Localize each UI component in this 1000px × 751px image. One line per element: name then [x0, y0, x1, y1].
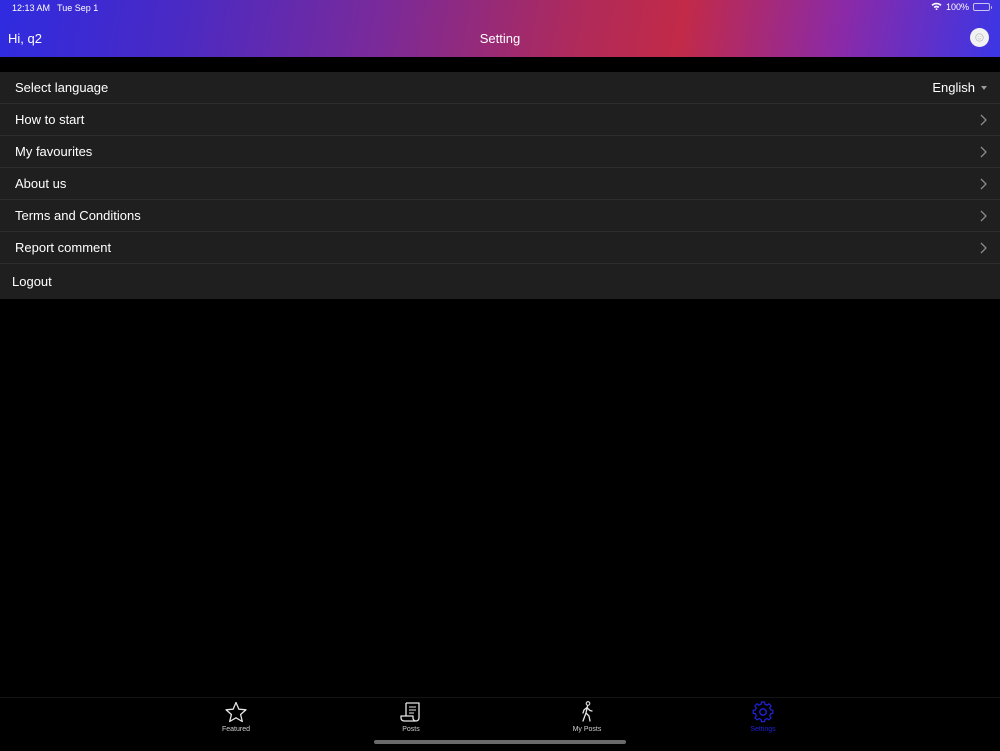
wifi-icon [931, 2, 942, 12]
logout-label: Logout [12, 274, 52, 289]
settings-item-label: Terms and Conditions [15, 208, 141, 223]
chevron-right-icon [980, 210, 987, 222]
user-greeting: Hi, q2 [8, 31, 42, 46]
settings-item-label: My favourites [15, 144, 93, 159]
select-language-label: Select language [15, 80, 109, 95]
scroll-icon [400, 702, 420, 722]
page-title: Setting [479, 31, 521, 46]
tab-settings[interactable]: Settings [723, 701, 803, 733]
status-date: Tue Sep 1 [57, 3, 99, 13]
settings-item-label: About us [15, 176, 67, 191]
gear-icon [752, 701, 774, 723]
star-icon [225, 701, 247, 723]
settings-item-my-favourites[interactable]: My favourites [0, 136, 1000, 168]
tab-label: Posts [402, 726, 420, 733]
status-bar-right: 100% [931, 2, 992, 12]
settings-item-terms-and-conditions[interactable]: Terms and Conditions [0, 200, 1000, 232]
settings-item-how-to-start[interactable]: How to start [0, 104, 1000, 136]
chevron-right-icon [980, 242, 987, 254]
tab-featured[interactable]: Featured [196, 701, 276, 733]
tab-label: My Posts [572, 726, 602, 733]
status-bar-left: 12:13 AM Tue Sep 1 [12, 3, 98, 13]
chevron-right-icon [980, 146, 987, 158]
battery-icon [973, 3, 992, 11]
battery-percent: 100% [945, 2, 969, 12]
navigation-header: 12:13 AM Tue Sep 1 100% Hi, q2 Setting [0, 0, 1000, 57]
status-time: 12:13 AM [12, 3, 51, 13]
language-value: English [932, 80, 975, 95]
settings-item-label: How to start [15, 112, 85, 127]
settings-item-label: Report comment [15, 240, 112, 255]
chevron-right-icon [980, 178, 987, 190]
avatar[interactable] [970, 28, 989, 47]
settings-list: Select language English How to start My … [0, 72, 1000, 299]
select-language-row[interactable]: Select language English [0, 72, 1000, 104]
caret-down-icon [981, 85, 987, 90]
tab-label: Featured [221, 726, 251, 733]
home-indicator[interactable] [374, 740, 626, 744]
smiley-icon [975, 33, 984, 42]
tab-label: Settings [750, 726, 776, 733]
settings-item-about-us[interactable]: About us [0, 168, 1000, 200]
tab-my-posts[interactable]: My Posts [547, 701, 627, 733]
settings-item-report-comment[interactable]: Report comment [0, 232, 1000, 264]
tab-posts[interactable]: Posts [371, 701, 451, 733]
walking-person-icon [582, 701, 593, 722]
language-dropdown[interactable]: English [932, 80, 987, 95]
logout-button[interactable]: Logout [0, 264, 1000, 299]
chevron-right-icon [980, 114, 987, 126]
